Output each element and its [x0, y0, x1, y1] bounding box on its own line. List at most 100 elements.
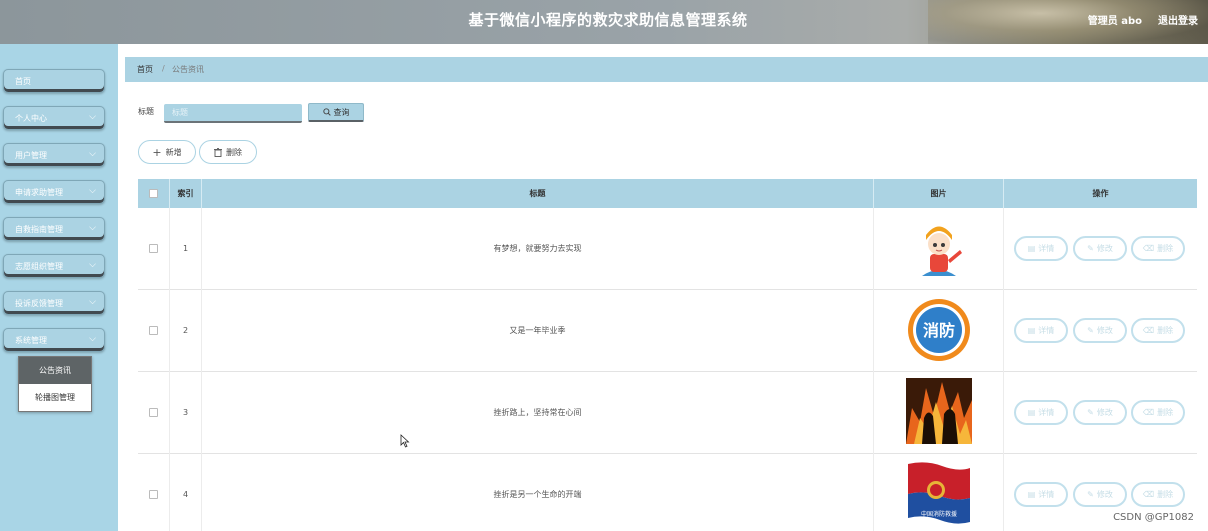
- mouse-cursor-icon: [400, 434, 410, 448]
- table-row: 2 又是一年毕业季 消防 ▤ 详情 ✎ 修改 ⌫ 删除: [138, 290, 1197, 372]
- breadcrumb-separator: /: [162, 64, 165, 73]
- trash-icon: ⌫: [1142, 490, 1155, 499]
- row-title: 又是一年毕业季: [202, 290, 874, 372]
- edit-button[interactable]: ✎ 修改: [1073, 236, 1127, 261]
- sidebar-item-label: 用户管理: [15, 151, 47, 160]
- sidebar-item-personal-center[interactable]: 个人中心 ⌵: [3, 106, 105, 130]
- delete-button[interactable]: ⌫ 删除: [1131, 236, 1185, 261]
- row-checkbox[interactable]: [149, 326, 158, 335]
- sidebar-item-user-management[interactable]: 用户管理 ⌵: [3, 143, 105, 167]
- search-button[interactable]: 查询: [308, 103, 364, 122]
- trash-icon: ⌫: [1142, 408, 1155, 417]
- row-select-cell: [138, 454, 170, 531]
- sidebar: 首页 个人中心 ⌵ 用户管理 ⌵ 申请求助管理 ⌵ 自救指南管理 ⌵ 志愿组织管…: [0, 44, 118, 531]
- row-actions-cell: ▤ 详情 ✎ 修改 ⌫ 删除: [1004, 290, 1197, 372]
- sidebar-item-volunteer-orgs[interactable]: 志愿组织管理 ⌵: [3, 254, 105, 278]
- sidebar-item-system[interactable]: 系统管理 ⌵: [3, 328, 105, 352]
- svg-text:中国消防救援: 中国消防救援: [921, 510, 957, 518]
- row-index: 4: [170, 454, 202, 531]
- announcements-table: 索引 标题 图片 操作 1 有梦想，就要努力去实现 ▤ 详情 ✎ 修改 ⌫ 删除…: [138, 179, 1197, 531]
- chevron-down-icon: ⌵: [89, 112, 96, 122]
- edit-button[interactable]: ✎ 修改: [1073, 400, 1127, 425]
- search-label: 标题: [138, 107, 154, 116]
- row-actions-cell: ▤ 详情 ✎ 修改 ⌫ 删除: [1004, 372, 1197, 454]
- edit-button[interactable]: ✎ 修改: [1073, 482, 1127, 507]
- fire-protection-logo-image: 消防: [908, 299, 970, 361]
- table-row: 3 挫折路上，坚持常在心间 ▤ 详情 ✎ 修改 ⌫ 删除: [138, 372, 1197, 454]
- edit-button[interactable]: ✎ 修改: [1073, 318, 1127, 343]
- row-select-cell: [138, 290, 170, 372]
- chevron-down-icon: ⌵: [89, 149, 96, 159]
- sidebar-item-help-requests[interactable]: 申请求助管理 ⌵: [3, 180, 105, 204]
- delete-button[interactable]: ⌫ 删除: [1131, 400, 1185, 425]
- row-image-cell: 中国消防救援: [874, 454, 1004, 531]
- row-checkbox[interactable]: [149, 408, 158, 417]
- detail-label: 详情: [1038, 490, 1055, 499]
- edit-label: 修改: [1096, 244, 1113, 253]
- row-image-cell: [874, 372, 1004, 454]
- chevron-down-icon: ⌵: [89, 186, 96, 196]
- delete-label: 删除: [1157, 244, 1174, 253]
- row-index: 2: [170, 290, 202, 372]
- row-select-cell: [138, 372, 170, 454]
- row-title: 挫折是另一个生命的开端: [202, 454, 874, 531]
- sidebar-item-home[interactable]: 首页: [3, 69, 105, 93]
- submenu-item-announcements[interactable]: 公告资讯: [19, 357, 91, 384]
- delete-label: 删除: [1157, 490, 1174, 499]
- row-image-cell: [874, 208, 1004, 290]
- detail-label: 详情: [1038, 408, 1055, 417]
- sidebar-item-label: 投诉反馈管理: [15, 299, 63, 308]
- app-title: 基于微信小程序的救灾求助信息管理系统: [468, 11, 748, 29]
- sidebar-item-label: 志愿组织管理: [15, 262, 63, 271]
- detail-button[interactable]: ▤ 详情: [1014, 400, 1068, 425]
- trash-icon: ⌫: [1142, 326, 1155, 335]
- row-checkbox[interactable]: [149, 244, 158, 253]
- breadcrumb: 首页 / 公告资讯: [125, 57, 1208, 82]
- edit-label: 修改: [1096, 490, 1113, 499]
- detail-button[interactable]: ▤ 详情: [1014, 482, 1068, 507]
- delete-label: 删除: [1157, 326, 1174, 335]
- chevron-down-icon: ⌵: [89, 260, 96, 270]
- row-select-cell: [138, 208, 170, 290]
- sidebar-item-label: 申请求助管理: [15, 188, 63, 197]
- document-icon: ▤: [1027, 244, 1036, 253]
- detail-button[interactable]: ▤ 详情: [1014, 236, 1068, 261]
- row-title: 有梦想，就要努力去实现: [202, 208, 874, 290]
- batch-delete-label: 删除: [226, 147, 242, 157]
- document-icon: ▤: [1027, 490, 1036, 499]
- sidebar-item-label: 个人中心: [15, 114, 47, 123]
- watermark: CSDN @GP1082: [1113, 512, 1194, 523]
- search-input[interactable]: [164, 104, 302, 123]
- row-checkbox[interactable]: [149, 490, 158, 499]
- batch-delete-button[interactable]: 删除: [199, 140, 257, 164]
- cartoon-firefighter-image: [922, 226, 962, 276]
- add-button-label: 新增: [165, 147, 182, 157]
- sidebar-item-complaints[interactable]: 投诉反馈管理 ⌵: [3, 291, 105, 315]
- table-header: 索引 标题 图片 操作: [138, 179, 1197, 208]
- add-button[interactable]: + 新增: [138, 140, 196, 164]
- edit-label: 修改: [1096, 408, 1113, 417]
- delete-label: 删除: [1157, 408, 1174, 417]
- detail-label: 详情: [1038, 326, 1055, 335]
- select-all-checkbox[interactable]: [149, 189, 158, 198]
- pencil-icon: ✎: [1087, 326, 1094, 335]
- pencil-icon: ✎: [1087, 244, 1094, 253]
- app-header: 基于微信小程序的救灾求助信息管理系统 管理员 abo 退出登录: [0, 0, 1208, 44]
- chevron-down-icon: ⌵: [89, 297, 96, 307]
- row-index: 1: [170, 208, 202, 290]
- sidebar-item-self-rescue-guide[interactable]: 自救指南管理 ⌵: [3, 217, 105, 241]
- submenu-item-carousel[interactable]: 轮播图管理: [19, 384, 91, 411]
- delete-button[interactable]: ⌫ 删除: [1131, 318, 1185, 343]
- breadcrumb-home[interactable]: 首页: [137, 64, 153, 75]
- pencil-icon: ✎: [1087, 490, 1094, 499]
- row-title: 挫折路上，坚持常在心间: [202, 372, 874, 454]
- breadcrumb-current: 公告资讯: [172, 65, 204, 74]
- pencil-icon: ✎: [1087, 408, 1094, 417]
- header-index: 索引: [170, 179, 202, 208]
- logout-link[interactable]: 退出登录: [1158, 12, 1198, 27]
- header-title: 标题: [202, 179, 874, 208]
- detail-button[interactable]: ▤ 详情: [1014, 318, 1068, 343]
- document-icon: ▤: [1027, 326, 1036, 335]
- table-row: 4 挫折是另一个生命的开端 中国消防救援 ▤ 详情 ✎ 修改 ⌫ 删除: [138, 454, 1197, 531]
- delete-button[interactable]: ⌫ 删除: [1131, 482, 1185, 507]
